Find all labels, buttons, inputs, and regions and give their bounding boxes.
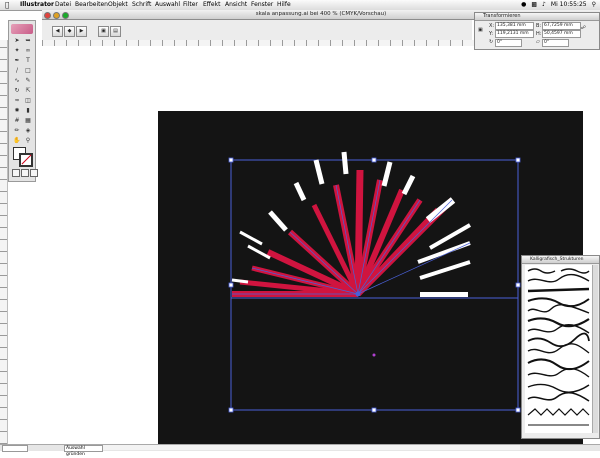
paintbrush-tool-icon[interactable]: ∿ [12, 77, 22, 85]
eyedropper-tool-icon[interactable]: ✏ [12, 127, 22, 135]
pencil-tool-icon[interactable]: ✎ [23, 77, 33, 85]
standard-mode-icon[interactable] [12, 169, 20, 177]
brush-swatch [560, 268, 590, 274]
line-tool-icon[interactable]: / [12, 67, 22, 75]
shear-angle-field[interactable]: 0° [542, 39, 569, 47]
brush-swatch [527, 391, 590, 402]
brush-swatch [527, 303, 590, 314]
x-label: X: [489, 23, 495, 29]
brush-list[interactable] [525, 265, 593, 433]
selection-tool-icon[interactable]: ➤ [12, 37, 22, 45]
pen-tool-icon[interactable]: ✒ [12, 57, 22, 65]
brush-library-palette: Kalligrafisch_Strukturen [521, 255, 600, 439]
status-label[interactable]: Auswahl gründen [64, 445, 103, 457]
magic-wand-tool-icon[interactable]: ✦ [12, 47, 22, 55]
fill-stroke-swatches[interactable] [13, 147, 33, 167]
graph-tool-icon[interactable]: ▮ [23, 107, 33, 115]
brush-swatch [527, 367, 590, 378]
brush-swatch [527, 317, 590, 328]
brush-swatch [527, 273, 590, 283]
w-label: B: [536, 23, 542, 29]
rectangle-tool-icon[interactable]: □ [23, 67, 33, 75]
rotate-angle-icon: ↻ [489, 39, 494, 45]
scale-tool-icon[interactable]: ⇱ [23, 87, 33, 95]
brush-swatch [527, 287, 590, 293]
transform-palette: Transformieren ▣ X: 135,381 mm Y: 119,21… [474, 12, 600, 50]
brush-swatch [527, 268, 556, 274]
horizontal-scrollbar[interactable] [103, 445, 520, 450]
rotate-angle-field[interactable]: 0° [495, 39, 522, 47]
direct-selection-tool-icon[interactable]: ➥ [23, 37, 33, 45]
hand-tool-icon[interactable]: ✋ [12, 137, 22, 145]
center-point [372, 353, 376, 357]
type-tool-icon[interactable]: T [23, 57, 33, 65]
rotate-tool-icon[interactable]: ↻ [12, 87, 22, 95]
brush-swatch [527, 358, 590, 371]
h-field[interactable]: 50,4597 mm [542, 30, 581, 38]
full-screen-menu-icon[interactable] [21, 169, 29, 177]
reference-point-icon[interactable]: ▣ [478, 27, 483, 33]
pivot-point [355, 291, 361, 297]
brush-library-title: Kalligrafisch_Strukturen [522, 256, 599, 264]
y-label: Y: [489, 31, 494, 37]
w-field[interactable]: 67,7259 mm [542, 22, 581, 30]
shear-angle-icon: ▱ [536, 39, 540, 45]
gradient-tool-icon[interactable]: ▦ [23, 117, 33, 125]
blend-tool-icon[interactable]: ◈ [23, 127, 33, 135]
brush-swatch [527, 323, 590, 334]
brush-strokes-preview [527, 268, 590, 426]
y-field[interactable]: 119,2131 mm [495, 30, 534, 38]
brush-list-scrollbar[interactable] [592, 265, 598, 433]
brush-swatch [527, 332, 590, 348]
zoom-field[interactable] [2, 445, 28, 452]
lasso-tool-icon[interactable]: ∞ [23, 47, 33, 55]
stroke-swatch[interactable] [19, 153, 33, 167]
x-field[interactable]: 135,381 mm [495, 22, 534, 30]
brush-swatch [527, 383, 590, 393]
brush-swatch [527, 408, 590, 416]
constrain-proportions-icon[interactable]: ☍ [581, 25, 586, 31]
h-label: H: [536, 31, 542, 37]
full-screen-icon[interactable] [30, 169, 38, 177]
tools-panel: ➤ ➥ ✦ ∞ ✒ T / □ ∿ ✎ ↻ ⇱ ≈ ◫ ✸ ▮ # ▦ ✏ ◈ … [8, 20, 38, 182]
red-fan-strokes[interactable] [232, 169, 455, 297]
illustrator-logo-icon [11, 24, 33, 34]
symbol-sprayer-tool-icon[interactable]: ✸ [12, 107, 22, 115]
transform-title: Transformieren [475, 13, 599, 21]
warp-tool-icon[interactable]: ≈ [12, 97, 22, 105]
zoom-tool-icon[interactable]: ⚲ [23, 137, 33, 145]
mesh-tool-icon[interactable]: # [12, 117, 22, 125]
artwork-layer [228, 151, 521, 413]
free-transform-tool-icon[interactable]: ◫ [23, 97, 33, 105]
screen-mode-buttons [12, 169, 38, 177]
